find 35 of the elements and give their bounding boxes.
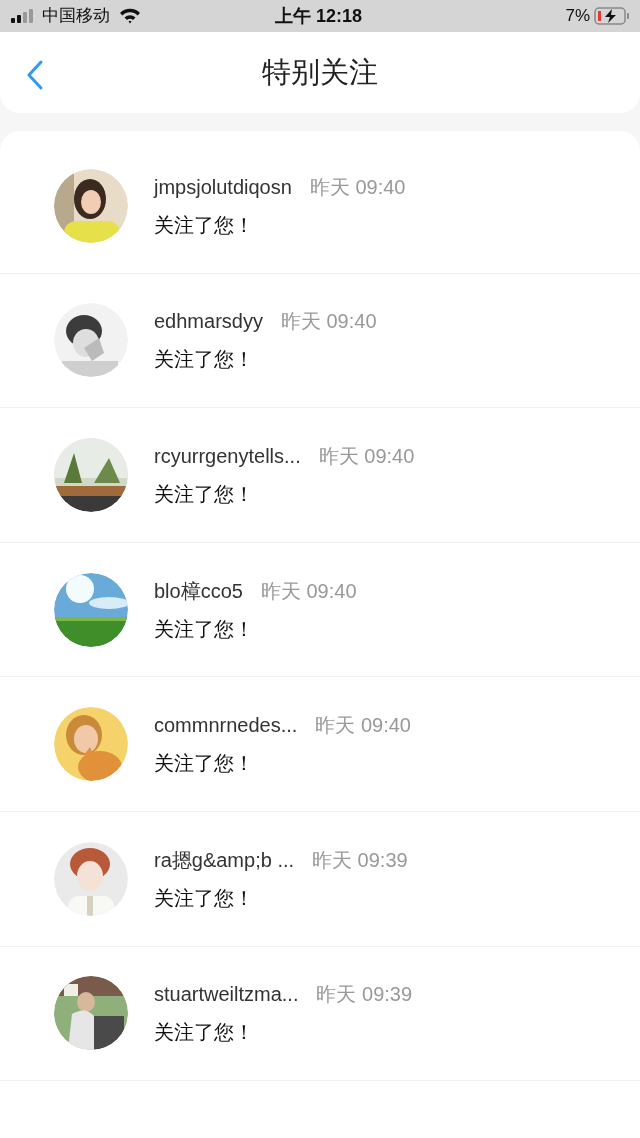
username[interactable]: edhmarsdyy xyxy=(154,306,263,337)
username[interactable]: commnrnedes... xyxy=(154,710,298,741)
wifi-icon xyxy=(118,7,142,25)
username[interactable]: stuartweiltzma... xyxy=(154,979,299,1010)
username[interactable]: rcyurrgenytells... xyxy=(154,441,301,471)
message-text: 关注了您！ xyxy=(154,885,255,911)
clock: 上午 12:18 xyxy=(275,4,363,28)
timestamp: 昨天 09:40 xyxy=(318,444,415,469)
timestamp: 昨天 09:40 xyxy=(309,174,406,200)
notification-row[interactable]: commnrnedes... 昨天 09:40 关注了您！ xyxy=(0,677,640,812)
notification-row[interactable]: jmpsjolutdiqosn 昨天 09:40 关注了您！ xyxy=(0,139,640,274)
message-text: 关注了您！ xyxy=(154,1020,255,1046)
carrier-name: 中国移动 xyxy=(42,5,110,28)
message-text: 关注了您！ xyxy=(154,212,255,238)
timestamp: 昨天 09:40 xyxy=(280,309,377,335)
timestamp: 昨天 09:39 xyxy=(312,847,408,873)
notification-row[interactable]: edhmarsdyy 昨天 09:40 关注了您！ xyxy=(0,273,640,409)
message-text: 关注了您！ xyxy=(154,616,255,642)
timestamp: 昨天 09:39 xyxy=(316,982,413,1008)
notification-row[interactable]: rcyurrgenytells... 昨天 09:40 关注了您！ xyxy=(0,408,640,543)
username[interactable]: blo樟cco5 xyxy=(154,575,243,606)
username[interactable]: ra摁g&amp;b ... xyxy=(154,844,295,875)
username[interactable]: jmpsjolutdiqosn xyxy=(154,171,292,202)
notification-row[interactable]: stuartweiltzma... 昨天 09:39 关注了您！ xyxy=(0,946,640,1082)
signal-icon xyxy=(10,8,36,24)
timestamp: 昨天 09:40 xyxy=(260,578,357,604)
battery-percentage: 7% xyxy=(565,5,590,28)
message-text: 关注了您！ xyxy=(154,751,255,777)
message-text: 关注了您！ xyxy=(154,347,255,373)
notification-row[interactable]: ra摁g&amp;b ... 昨天 09:39 关注了您！ xyxy=(0,811,640,947)
notification-row[interactable]: blo樟cco5 昨天 09:40 关注了您！ xyxy=(0,542,640,678)
page-title: 特别关注 xyxy=(262,54,378,90)
timestamp: 昨天 09:40 xyxy=(315,713,411,739)
battery-charging-icon xyxy=(594,7,630,25)
message-text: 关注了您！ xyxy=(154,482,255,507)
